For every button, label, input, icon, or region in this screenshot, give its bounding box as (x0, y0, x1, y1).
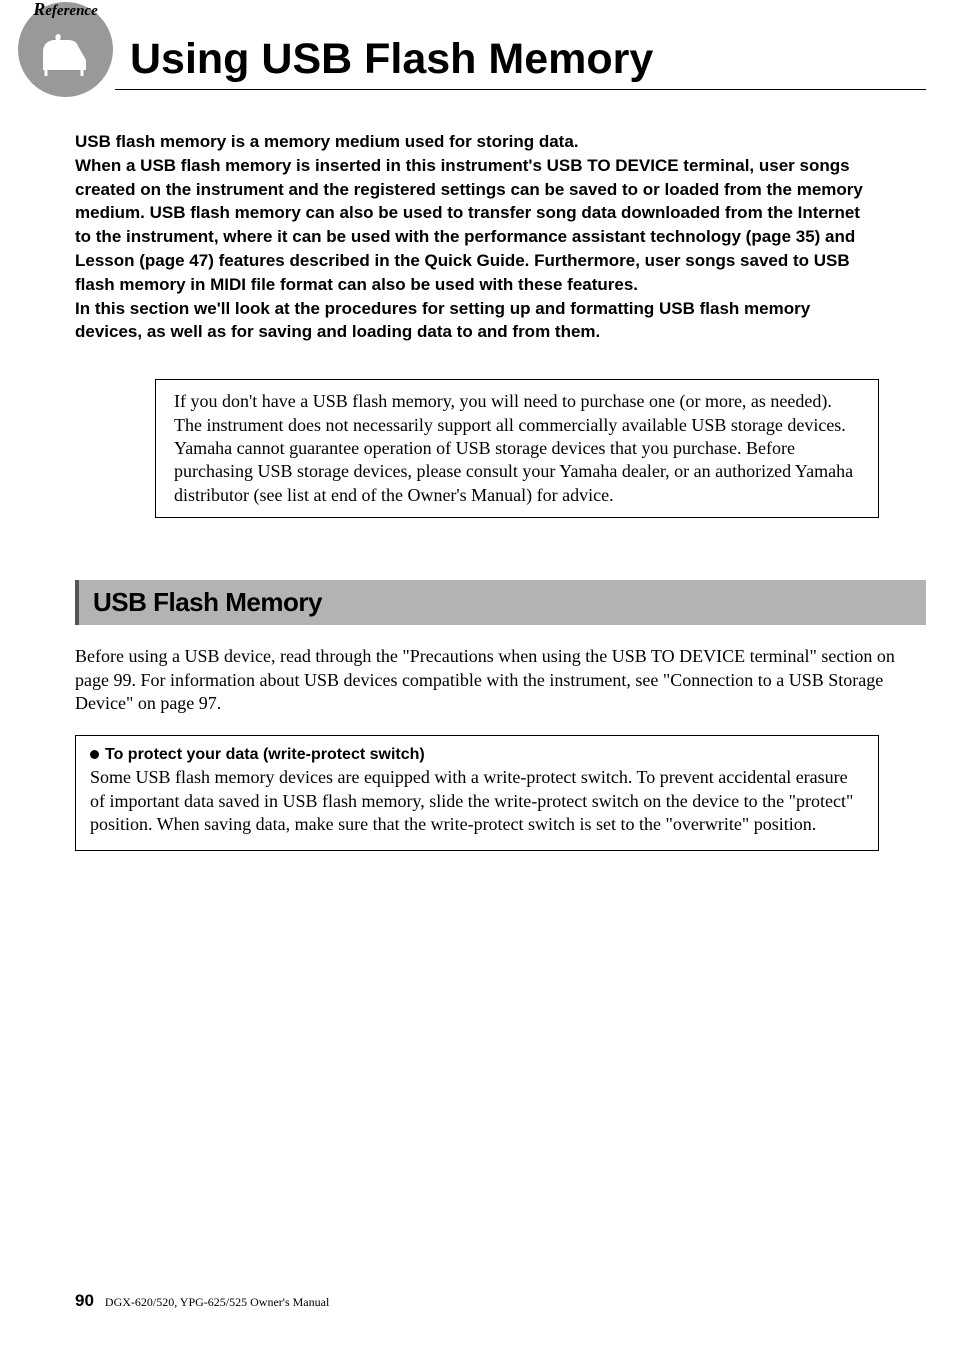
reference-label: eference (33, 0, 97, 20)
page-number: 90 (75, 1291, 94, 1310)
title-underline (115, 89, 926, 90)
write-protect-box: To protect your data (write-protect swit… (75, 735, 879, 851)
reference-badge: eference (18, 2, 113, 97)
note-box: If you don't have a USB flash memory, yo… (155, 379, 879, 518)
bullet-icon (90, 750, 99, 759)
note-text: If you don't have a USB flash memory, yo… (174, 390, 860, 507)
write-protect-heading-text: To protect your data (write-protect swit… (105, 746, 425, 763)
page-title: Using USB Flash Memory (130, 20, 954, 84)
footer-manual-name: DGX-620/520, YPG-625/525 Owner's Manual (105, 1295, 329, 1309)
piano-icon (38, 32, 93, 77)
section-heading-bar: USB Flash Memory (75, 580, 926, 625)
body-paragraph: Before using a USB device, read through … (75, 645, 926, 715)
section-heading: USB Flash Memory (93, 587, 322, 617)
header-area: eference Using USB Flash Memory (0, 0, 954, 90)
footer: 90 DGX-620/520, YPG-625/525 Owner's Manu… (75, 1291, 329, 1311)
write-protect-body: Some USB flash memory devices are equipp… (90, 766, 864, 836)
write-protect-heading: To protect your data (write-protect swit… (90, 746, 864, 764)
intro-paragraph: USB flash memory is a memory medium used… (75, 130, 879, 344)
